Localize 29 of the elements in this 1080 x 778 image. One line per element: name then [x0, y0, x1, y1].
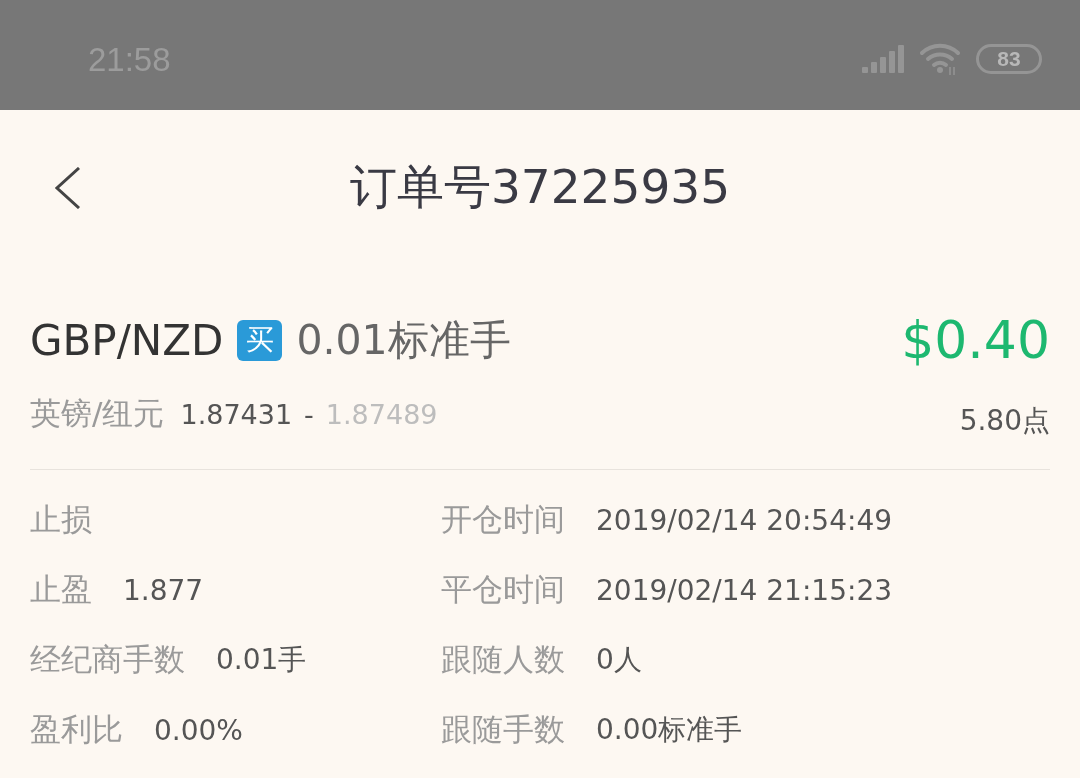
price-separator: - [304, 398, 314, 430]
detail-label: 经纪商手数 [30, 640, 185, 679]
detail-value: 0.00标准手 [596, 712, 743, 748]
detail-value: 0.01手 [216, 642, 307, 678]
page-title: 订单号37225935 [349, 158, 731, 216]
detail-value: 0.00% [154, 713, 243, 747]
detail-value: 0人 [596, 642, 642, 678]
currency-pair-name: 英镑/纽元 [30, 394, 165, 433]
detail-value: 2019/02/14 20:54:49 [596, 503, 893, 537]
detail-label: 平仓时间 [441, 570, 565, 609]
lot-size: 0.01标准手 [296, 314, 511, 366]
detail-value: 2019/02/14 21:15:23 [596, 573, 893, 607]
chevron-left-icon [55, 167, 81, 209]
detail-label: 跟随手数 [441, 710, 565, 749]
currency-pair-code: GBP/NZD [30, 315, 224, 365]
battery-indicator: 83 [976, 44, 1042, 74]
profit-amount: $0.40 [901, 310, 1050, 370]
detail-value: 1.877 [123, 573, 204, 607]
detail-label: 跟随人数 [441, 640, 565, 679]
bid-price: 1.87431 [180, 398, 293, 430]
points-value: 5.80点 [959, 403, 1050, 439]
detail-label: 止盈 [30, 570, 92, 609]
signal-icon [862, 45, 904, 73]
ask-price: 1.87489 [325, 398, 438, 430]
detail-label: 盈利比 [30, 710, 123, 749]
wifi-icon [920, 43, 960, 75]
detail-label: 止损 [30, 500, 92, 539]
side-badge: 买 [237, 319, 283, 361]
detail-label: 开仓时间 [441, 500, 565, 539]
